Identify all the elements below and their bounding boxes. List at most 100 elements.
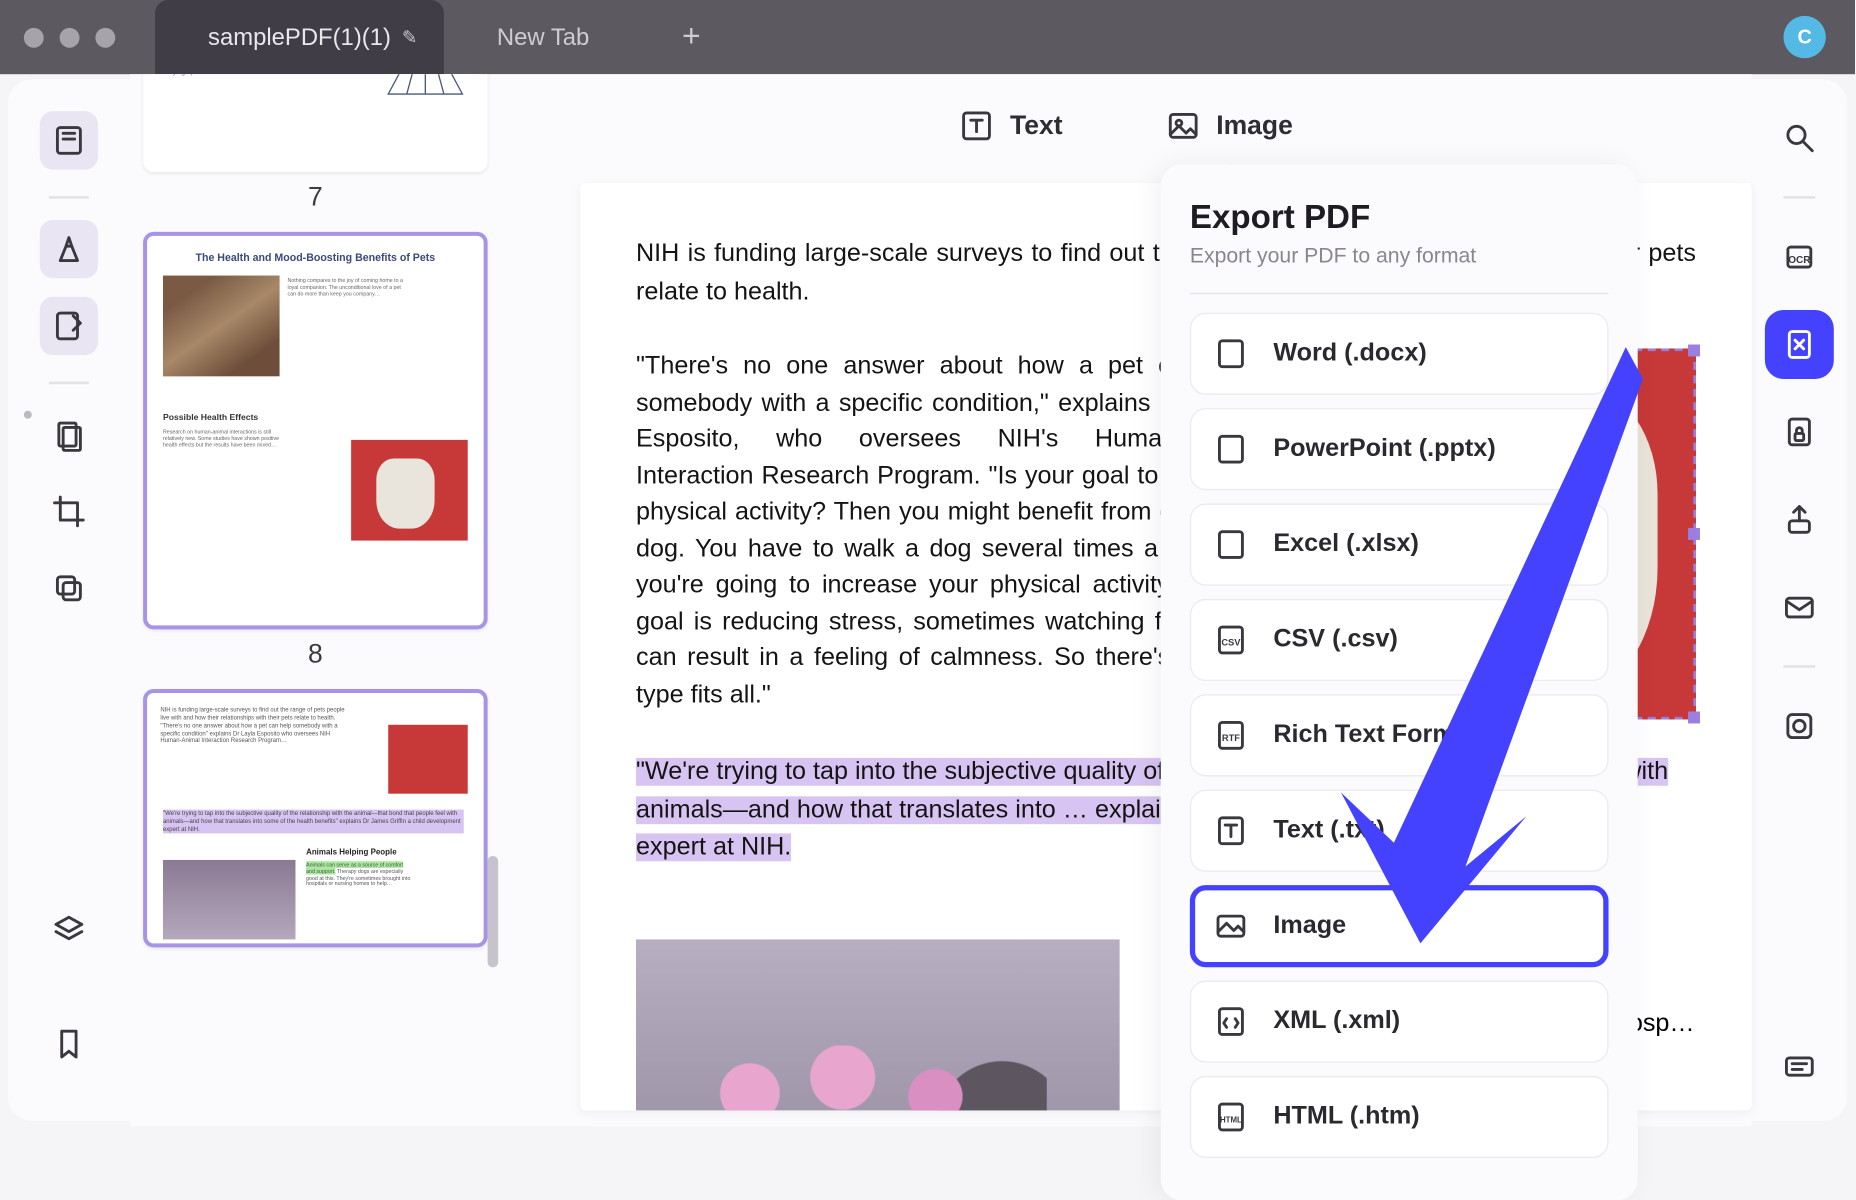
export-option-rtf[interactable]: RTF Rich Text Format …: [1190, 694, 1609, 776]
traffic-max[interactable]: [95, 27, 115, 47]
excel-icon: X: [1212, 526, 1249, 563]
lock-icon: [1782, 415, 1816, 449]
add-tab-button[interactable]: +: [682, 19, 701, 56]
export-option-label: Image: [1273, 912, 1346, 941]
export-option-label: Rich Text Format …: [1273, 721, 1509, 750]
export-button[interactable]: [1770, 315, 1828, 373]
avatar-letter: C: [1797, 26, 1811, 49]
layers-tool-icon: [52, 571, 86, 605]
left-tool-rail: [8, 80, 130, 1121]
export-option-label: XML (.xml): [1273, 1007, 1400, 1036]
document-area: Text Image NIH is funding large-scale su…: [501, 74, 1752, 1126]
avatar[interactable]: C: [1783, 16, 1825, 58]
thumbnail-scrollbar[interactable]: [488, 856, 499, 967]
doc-image-tulips: [636, 939, 1120, 1111]
bookmark-icon: [52, 1027, 86, 1061]
thumb9-dog-image: [388, 725, 468, 794]
thumbnail-panel: laid the foundation for the theory of di…: [130, 74, 501, 1126]
thumbnail-page-8[interactable]: The Health and Mood-Boosting Benefits of…: [143, 232, 488, 630]
insert-text-tab[interactable]: Text: [936, 95, 1087, 156]
export-option-powerpoint[interactable]: P PowerPoint (.pptx): [1190, 408, 1609, 490]
export-option-label: CSV (.csv): [1273, 625, 1398, 654]
ocr-icon: OCR: [1782, 240, 1816, 274]
traffic-min[interactable]: [60, 27, 80, 47]
text-icon: [960, 109, 994, 143]
traffic-close[interactable]: [24, 27, 44, 47]
thumb8-cat-image: [163, 276, 280, 377]
thumb8-title: The Health and Mood-Boosting Benefits of…: [160, 249, 470, 266]
encrypt-button[interactable]: [1770, 403, 1828, 461]
thumbnails-icon: [52, 123, 86, 157]
image-file-icon: [1212, 908, 1249, 945]
share-button[interactable]: [1770, 490, 1828, 548]
thumbnail-page-7[interactable]: laid the foundation for the theory of di…: [143, 74, 488, 172]
word-icon: W: [1212, 335, 1249, 372]
page-number: 7: [143, 183, 488, 213]
svg-text:CSV: CSV: [1221, 638, 1241, 648]
html-icon: HTML: [1212, 1098, 1249, 1135]
attachments-button[interactable]: [40, 405, 98, 463]
xml-icon: [1212, 1003, 1249, 1040]
rail-divider: [49, 196, 89, 199]
thumbnails-button[interactable]: [40, 111, 98, 169]
comment-button[interactable]: [1770, 1039, 1828, 1097]
layers-tool-button[interactable]: [40, 559, 98, 617]
rail-divider: [1783, 665, 1815, 668]
layers-icon: [52, 913, 86, 947]
svg-text:P: P: [1227, 443, 1236, 458]
svg-text:X: X: [1227, 538, 1236, 553]
thumbnail-page-9[interactable]: NIH is funding large-scale surveys to fi…: [143, 689, 488, 947]
export-option-excel[interactable]: X Excel (.xlsx): [1190, 504, 1609, 586]
insert-toolbar: Text Image: [501, 95, 1752, 156]
rail-indicator-dot: [24, 411, 32, 419]
rename-icon[interactable]: ✎: [402, 26, 418, 49]
resize-handle-e[interactable]: [1688, 528, 1700, 540]
tab-active[interactable]: samplePDF(1)(1) ✎: [155, 0, 444, 74]
ocr-button[interactable]: OCR: [1770, 228, 1828, 286]
right-tool-rail: OCR: [1752, 80, 1847, 1121]
export-panel-subtitle: Export your PDF to any format: [1190, 245, 1609, 269]
search-button[interactable]: [1770, 109, 1828, 167]
export-option-html[interactable]: HTML HTML (.htm): [1190, 1076, 1609, 1158]
bookmark-button[interactable]: [40, 1015, 98, 1073]
backup-button[interactable]: [1770, 697, 1828, 755]
mail-button[interactable]: [1770, 578, 1828, 636]
export-option-csv[interactable]: CSV CSV (.csv): [1190, 599, 1609, 681]
panel-divider: [1190, 293, 1609, 294]
svg-text:OCR: OCR: [1788, 255, 1811, 266]
export-pdf-panel: Export PDF Export your PDF to any format…: [1161, 164, 1638, 1200]
annotate-icon: [52, 309, 86, 343]
image-icon: [1166, 109, 1200, 143]
resize-handle-ne[interactable]: [1688, 345, 1700, 357]
export-option-txt[interactable]: Text (.txt): [1190, 790, 1609, 872]
highlighter-button[interactable]: [40, 220, 98, 278]
annotate-button[interactable]: [40, 297, 98, 355]
export-option-label: PowerPoint (.pptx): [1273, 435, 1495, 464]
txt-icon: [1212, 812, 1249, 849]
thumb8-sub: Possible Health Effects: [163, 413, 258, 422]
tab-new[interactable]: New Tab: [444, 0, 642, 74]
export-option-xml[interactable]: XML (.xml): [1190, 981, 1609, 1063]
export-option-word[interactable]: W Word (.docx): [1190, 313, 1609, 395]
page-number: 8: [143, 640, 488, 670]
rail-divider: [1783, 196, 1815, 199]
share-icon: [1782, 502, 1816, 536]
backup-icon: [1782, 709, 1816, 743]
resize-handle-se[interactable]: [1688, 712, 1700, 724]
export-panel-title: Export PDF: [1190, 199, 1609, 237]
svg-text:RTF: RTF: [1222, 733, 1240, 743]
thumb9-tulips-image: [163, 860, 296, 940]
prism-diagram-icon: [383, 74, 468, 99]
search-icon: [1782, 121, 1816, 155]
layers-button[interactable]: [40, 901, 98, 959]
svg-text:W: W: [1225, 348, 1238, 363]
export-option-label: Word (.docx): [1273, 339, 1426, 368]
insert-image-tab[interactable]: Image: [1142, 95, 1317, 156]
insert-image-label: Image: [1216, 111, 1293, 141]
insert-text-label: Text: [1010, 111, 1063, 141]
svg-text:HTML: HTML: [1220, 1116, 1242, 1125]
crop-button[interactable]: [40, 482, 98, 540]
highlighter-icon: [52, 232, 86, 266]
tab-label: New Tab: [497, 23, 589, 51]
export-option-image[interactable]: Image: [1190, 885, 1609, 967]
